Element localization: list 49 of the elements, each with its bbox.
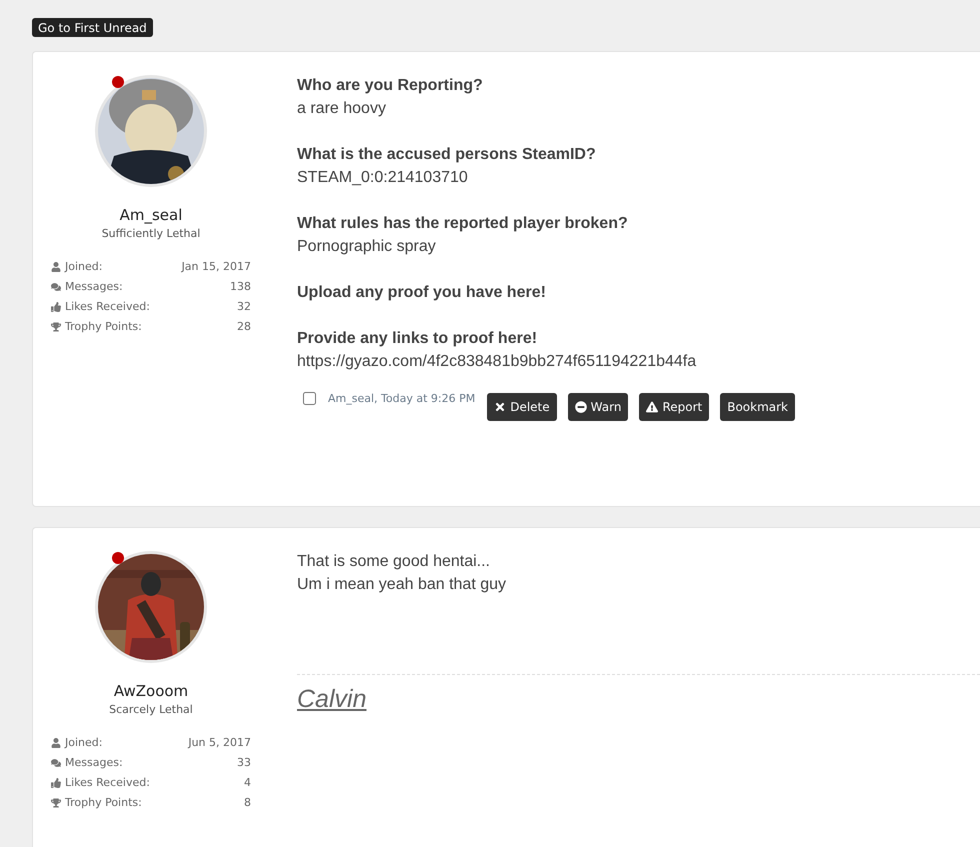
username: Am_seal [120, 206, 182, 224]
message-text: That is some good hentai... [297, 552, 491, 572]
user-icon [51, 262, 61, 272]
signature-link[interactable]: Calvin [297, 685, 366, 713]
stat-label: Messages: [65, 280, 124, 293]
close-icon [494, 401, 506, 413]
warning-icon [646, 401, 658, 413]
stat-value: 32 [237, 300, 251, 313]
stat-value: 33 [237, 756, 251, 769]
stat-label: Likes Received: [65, 776, 151, 789]
answer-text: https://gyazo.com/4f2c838481b9bb274f651194221b44fa [297, 352, 698, 372]
question-text: Who are you Reporting? [297, 76, 484, 96]
bookmark-button[interactable]: Bookmark [720, 393, 796, 421]
user-icon [51, 738, 61, 748]
delete-button[interactable]: Delete [487, 393, 557, 421]
warn-button[interactable]: Warn [568, 393, 628, 421]
go-to-first-unread-button[interactable]: Go to First Unread [32, 18, 153, 37]
trophy-icon [51, 798, 61, 808]
post-byline: Am_seal, Today at 9:26 PM [328, 392, 476, 406]
question-text: Upload any proof you have here! [297, 283, 547, 303]
stat-label: Joined: [65, 260, 104, 273]
stat-value: 138 [230, 280, 251, 293]
user-title: Sufficiently Lethal [102, 227, 200, 240]
stat-value: Jan 15, 2017 [182, 260, 251, 273]
stat-label: Messages: [65, 756, 124, 769]
stat-value: 28 [237, 320, 251, 333]
stat-label: Joined: [65, 736, 104, 749]
comments-icon [51, 758, 61, 768]
question-text: What is the accused persons SteamID? [297, 145, 597, 165]
stat-value: Jun 5, 2017 [188, 736, 251, 749]
answer-text: STEAM_0:0:214103710 [297, 168, 469, 188]
trophy-icon [51, 322, 61, 332]
stat-value: 8 [244, 796, 251, 809]
question-text: What rules has the reported player broken? [297, 214, 629, 234]
stat-label: Likes Received: [65, 300, 151, 313]
answer-text: Pornographic spray [297, 237, 437, 257]
comments-icon [51, 282, 61, 292]
username: AwZooom [114, 682, 188, 700]
report-button[interactable]: Report [639, 393, 710, 421]
thumbs-up-icon [51, 778, 61, 788]
stat-value: 4 [244, 776, 251, 789]
select-checkbox[interactable] [303, 392, 316, 405]
stat-label: Trophy Points: [65, 796, 143, 809]
thumbs-up-icon [51, 302, 61, 312]
user-title: Scarcely Lethal [109, 703, 193, 716]
question-text: Provide any links to proof here! [297, 329, 538, 349]
message-text: Um i mean yeah ban that guy [297, 575, 508, 595]
stat-label: Trophy Points: [65, 320, 143, 333]
answer-text: a rare hoovy [297, 99, 387, 119]
